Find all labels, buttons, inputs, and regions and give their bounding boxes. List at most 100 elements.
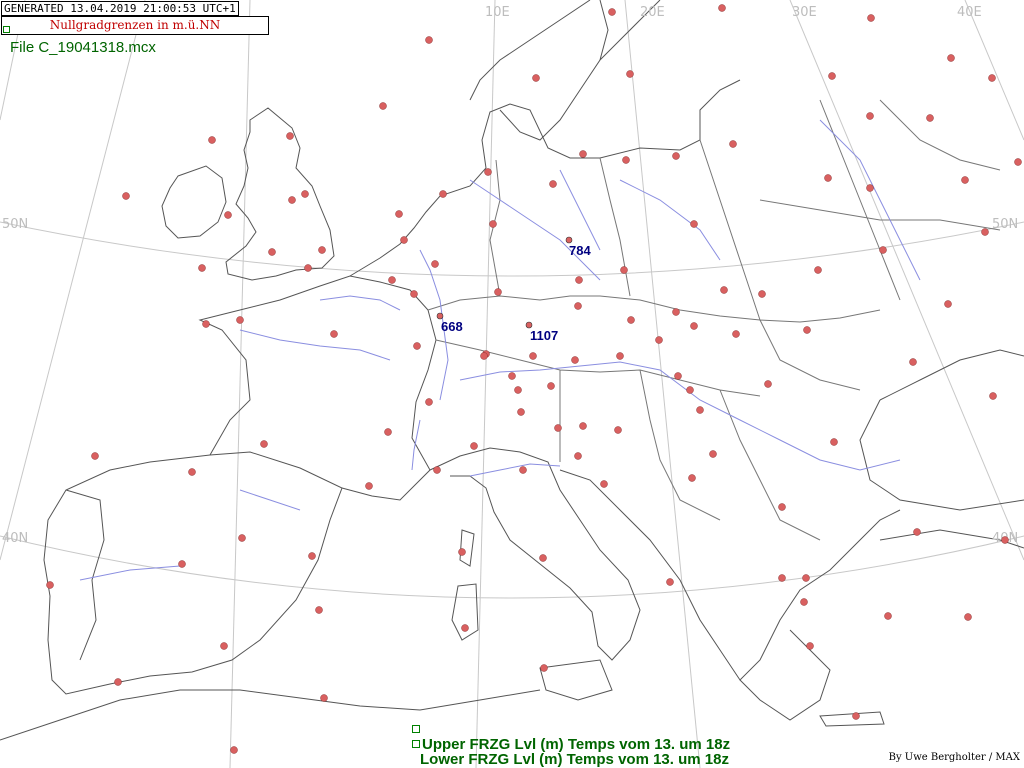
station-marker — [519, 466, 527, 474]
station-marker — [830, 438, 838, 446]
station-marker — [627, 316, 635, 324]
station-marker — [732, 330, 740, 338]
legend: Upper FRZG Lvl (m) Temps vom 13. um 18z … — [412, 722, 730, 767]
lon-label-20e: 20E — [640, 5, 665, 20]
station-marker — [614, 426, 622, 434]
station-marker — [720, 286, 728, 294]
station-marker — [318, 246, 326, 254]
legend-lower-row: Lower FRZG Lvl (m) Temps vom 13. um 18z — [412, 752, 730, 767]
station-marker — [489, 220, 497, 228]
station-marker — [690, 322, 698, 330]
observation-value: 668 — [441, 319, 463, 334]
station-marker — [517, 408, 525, 416]
station-marker — [514, 386, 522, 394]
station-marker — [260, 440, 268, 448]
station-marker — [814, 266, 822, 274]
station-marker — [554, 424, 562, 432]
station-marker — [802, 574, 810, 582]
legend-top-marker-row — [412, 722, 730, 737]
station-marker — [238, 534, 246, 542]
station-marker — [828, 72, 836, 80]
station-marker — [308, 552, 316, 560]
station-marker — [866, 184, 874, 192]
station-marker — [410, 290, 418, 298]
generated-timestamp: GENERATED 13.04.2019 21:00:53 UTC+1 — [1, 1, 239, 16]
station-marker — [616, 352, 624, 360]
lon-label-10e: 10E — [485, 5, 510, 20]
station-marker — [178, 560, 186, 568]
station-marker — [188, 468, 196, 476]
station-marker — [315, 606, 323, 614]
station-marker — [913, 528, 921, 536]
station-marker — [729, 140, 737, 148]
station-marker — [600, 480, 608, 488]
station-marker — [547, 382, 555, 390]
station-marker — [330, 330, 338, 338]
station-marker — [286, 132, 294, 140]
station-marker — [413, 342, 421, 350]
lat-label-40n-left: 40N — [2, 531, 28, 546]
lon-label-30e: 30E — [792, 5, 817, 20]
station-marker — [947, 54, 955, 62]
map-title: Nullgradgrenzen in m.ü.NN — [49, 18, 221, 32]
station-marker — [800, 598, 808, 606]
observation-value: 1107 — [530, 328, 558, 343]
station-marker — [202, 320, 210, 328]
station-marker — [879, 246, 887, 254]
credit: By Uwe Bergholter / MAX — [888, 752, 1020, 763]
station-marker — [575, 276, 583, 284]
station-marker — [867, 14, 875, 22]
station-marker — [230, 746, 238, 754]
station-marker — [529, 352, 537, 360]
station-marker — [288, 196, 296, 204]
station-marker — [208, 136, 216, 144]
station-marker — [439, 190, 447, 198]
station-marker — [674, 372, 682, 380]
station-marker — [549, 180, 557, 188]
station-marker — [608, 8, 616, 16]
legend-upper-row: Upper FRZG Lvl (m) Temps vom 13. um 18z — [412, 737, 730, 752]
station-marker — [778, 503, 786, 511]
observation-value: 784 — [569, 243, 591, 258]
station-marker — [384, 428, 392, 436]
station-marker — [696, 406, 704, 414]
station-marker — [425, 36, 433, 44]
station-marker — [574, 302, 582, 310]
station-marker — [379, 102, 387, 110]
station-marker — [224, 211, 232, 219]
map-title-box: Nullgradgrenzen in m.ü.NN — [1, 16, 269, 35]
station-marker — [803, 326, 811, 334]
station-marker — [268, 248, 276, 256]
station-marker — [690, 220, 698, 228]
station-marker — [220, 642, 228, 650]
station-marker — [909, 358, 917, 366]
station-marker — [764, 380, 772, 388]
station-marker — [480, 352, 488, 360]
station-marker — [709, 450, 717, 458]
station-marker — [46, 581, 54, 589]
station-marker — [508, 372, 516, 380]
station-marker — [666, 578, 674, 586]
station-marker — [198, 264, 206, 272]
station-marker — [622, 156, 630, 164]
station-marker — [304, 264, 312, 272]
station-marker — [1014, 158, 1022, 166]
station-marker — [655, 336, 663, 344]
station-marker — [672, 308, 680, 316]
station-marker — [395, 210, 403, 218]
station-marker — [579, 150, 587, 158]
station-marker — [964, 613, 972, 621]
station-marker — [981, 228, 989, 236]
station-marker — [91, 452, 99, 460]
lat-label-50n-left: 50N — [2, 217, 28, 232]
station-marker — [470, 442, 478, 450]
legend-square-icon — [412, 740, 420, 748]
station-marker — [532, 74, 540, 82]
station-marker — [431, 260, 439, 268]
station-marker — [114, 678, 122, 686]
station-marker — [718, 4, 726, 12]
station-marker — [433, 466, 441, 474]
station-marker — [400, 236, 408, 244]
legend-lower-label: Lower FRZG Lvl (m) Temps vom 13. um 18z — [420, 751, 729, 768]
station-marker — [122, 192, 130, 200]
